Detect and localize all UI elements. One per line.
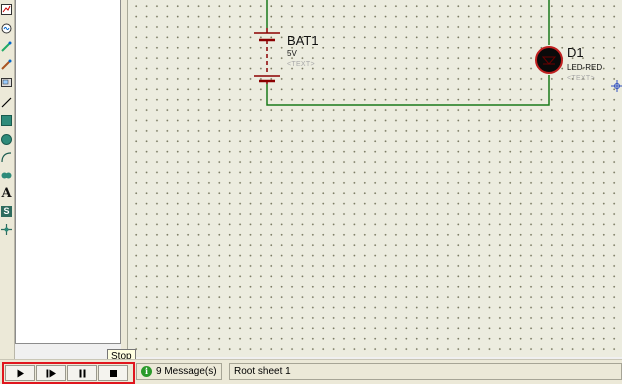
stop-button[interactable]	[98, 365, 128, 381]
circle-icon[interactable]	[0, 132, 13, 147]
led-value-label: LED-RED	[567, 63, 602, 72]
voltage-probe-icon[interactable]	[0, 39, 13, 54]
pause-icon	[79, 369, 85, 377]
arc-icon[interactable]	[0, 150, 13, 165]
current-probe-icon[interactable]	[0, 57, 13, 72]
path-icon[interactable]	[0, 168, 13, 183]
battery-bat1[interactable]	[254, 28, 280, 84]
text-icon[interactable]: A	[0, 186, 13, 201]
step-button[interactable]	[36, 365, 66, 381]
schematic-drawing: BAT1 5V <TEXT> D1 LED-RED <TEXT>	[254, 0, 622, 106]
led-ref-label: D1	[567, 45, 584, 60]
sheet-indicator: Root sheet 1	[229, 363, 622, 380]
battery-ref-label: BAT1	[287, 33, 319, 48]
led-text-label: <TEXT>	[567, 75, 595, 82]
simulation-controls	[2, 362, 135, 384]
battery-value-label: 5V	[287, 49, 297, 58]
graph-icon[interactable]	[0, 2, 13, 17]
step-icon	[46, 369, 56, 377]
messages-count: 9 Message(s)	[156, 366, 217, 377]
play-icon	[17, 369, 24, 377]
symbol-icon[interactable]: S	[0, 204, 13, 219]
battery-text-label: <TEXT>	[287, 61, 315, 68]
pause-button[interactable]	[67, 365, 97, 381]
led-d1[interactable]	[535, 46, 563, 74]
status-bar: i 9 Message(s) Root sheet 1	[0, 359, 622, 384]
wire-bottom	[266, 75, 550, 106]
play-button[interactable]	[5, 365, 35, 381]
info-icon: i	[141, 366, 152, 377]
stop-icon	[109, 369, 117, 377]
schematic-canvas[interactable]: BAT1 5V <TEXT> D1 LED-RED <TEXT>	[127, 0, 622, 357]
tool-palette: A S	[0, 0, 15, 362]
object-selector-panel[interactable]	[15, 0, 121, 344]
messages-panel[interactable]: i 9 Message(s)	[136, 363, 222, 380]
line-icon[interactable]	[0, 95, 13, 110]
box-icon[interactable]	[0, 113, 13, 128]
virtual-instrument-icon[interactable]	[0, 75, 13, 90]
crosshair-marker-icon	[611, 80, 622, 92]
marker-icon[interactable]	[0, 222, 13, 237]
generator-icon[interactable]	[0, 21, 13, 36]
